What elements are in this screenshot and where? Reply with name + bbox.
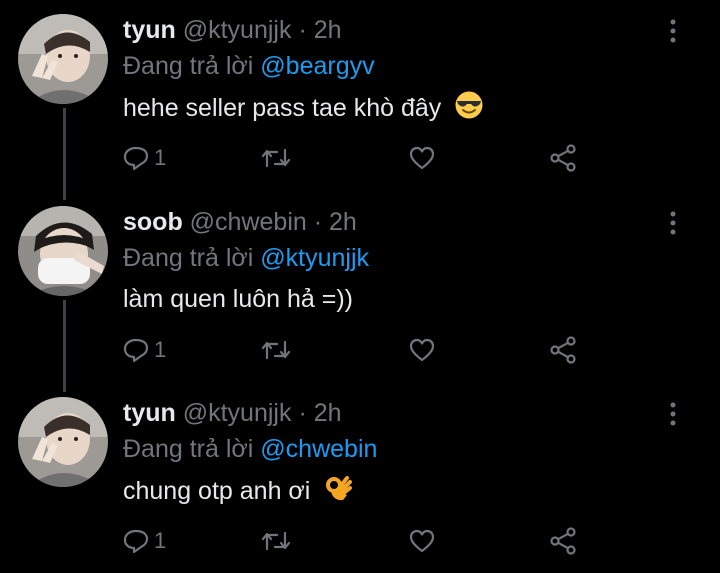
action-bar: 1 — [122, 332, 592, 368]
share-button[interactable] — [548, 332, 578, 368]
heart-icon — [409, 529, 435, 553]
tweet-header: tyun @ktyunjjk · 2h — [123, 14, 342, 46]
tweet[interactable]: tyun @ktyunjjk · 2h Đang trả lời @chwebi… — [0, 383, 720, 573]
user-handle[interactable]: @ktyunjjk — [183, 16, 292, 44]
heart-icon — [409, 146, 435, 170]
user-handle[interactable]: @chwebin — [190, 208, 307, 236]
replying-to-label: Đang trả lời — [123, 52, 254, 80]
replying-to-label: Đang trả lời — [123, 435, 254, 463]
tweet[interactable]: tyun @ktyunjjk · 2h Đang trả lời @beargy… — [0, 0, 720, 190]
retweet-icon — [261, 148, 291, 168]
smiling-face-with-sunglasses-icon — [454, 90, 484, 129]
like-button[interactable] — [408, 140, 436, 176]
reply-icon — [123, 529, 149, 554]
more-options-icon[interactable] — [664, 18, 682, 44]
action-bar: 1 — [122, 140, 592, 176]
display-name[interactable]: soob — [123, 208, 183, 236]
retweet-icon — [261, 340, 291, 360]
retweet-icon — [261, 531, 291, 551]
timestamp[interactable]: 2h — [329, 208, 357, 236]
tweet-text-content: làm quen luôn hả =)) — [123, 285, 354, 313]
replying-to: Đang trả lời @beargyv — [123, 50, 375, 82]
reply-button[interactable]: 1 — [122, 523, 166, 559]
tweet-text-content: hehe seller pass tae khò đây — [123, 94, 442, 123]
tweet-text: hehe seller pass tae khò đây — [123, 90, 484, 129]
more-options-icon[interactable] — [664, 210, 682, 236]
like-button[interactable] — [408, 332, 436, 368]
tweet-text: làm quen luôn hả =)) — [123, 282, 353, 316]
share-button[interactable] — [548, 523, 578, 559]
reply-count: 1 — [154, 337, 167, 362]
reply-button[interactable]: 1 — [122, 140, 166, 176]
tweet-header: tyun @ktyunjjk · 2h — [123, 397, 342, 429]
reply-count: 1 — [154, 145, 167, 170]
separator-dot: · — [298, 399, 307, 427]
replying-to: Đang trả lời @ktyunjjk — [123, 242, 369, 274]
timestamp[interactable]: 2h — [314, 399, 342, 427]
separator-dot: · — [313, 208, 323, 236]
user-handle[interactable]: @ktyunjjk — [183, 399, 292, 427]
mention-link[interactable]: @beargyv — [260, 52, 374, 80]
retweet-button[interactable] — [260, 332, 292, 368]
mention-link[interactable]: @chwebin — [260, 435, 377, 463]
timestamp[interactable]: 2h — [314, 16, 342, 44]
reply-count: 1 — [154, 528, 167, 553]
retweet-button[interactable] — [260, 140, 292, 176]
avatar[interactable] — [18, 14, 108, 104]
share-icon — [550, 336, 576, 364]
tweet-header: soob @chwebin · 2h — [123, 206, 357, 238]
tweet-text: chung otp anh ơi — [123, 473, 353, 512]
tweet[interactable]: soob @chwebin · 2h Đang trả lời @ktyunjj… — [0, 192, 720, 382]
share-icon — [550, 144, 576, 172]
mention-link[interactable]: @ktyunjjk — [260, 244, 369, 272]
heart-icon — [409, 338, 435, 362]
more-options-icon[interactable] — [664, 401, 682, 427]
ok-hand-icon — [323, 473, 353, 512]
display-name[interactable]: tyun — [123, 399, 176, 427]
like-button[interactable] — [408, 523, 436, 559]
reply-button[interactable]: 1 — [122, 332, 166, 368]
reply-icon — [123, 338, 149, 363]
reply-icon — [123, 146, 149, 171]
replying-to-label: Đang trả lời — [123, 244, 254, 272]
avatar[interactable] — [18, 397, 108, 487]
display-name[interactable]: tyun — [123, 16, 176, 44]
action-bar: 1 — [122, 523, 592, 559]
separator-dot: · — [298, 16, 307, 44]
replying-to: Đang trả lời @chwebin — [123, 433, 377, 465]
tweet-text-content: chung otp anh ơi — [123, 477, 311, 506]
share-icon — [550, 527, 576, 555]
avatar[interactable] — [18, 206, 108, 296]
retweet-button[interactable] — [260, 523, 292, 559]
share-button[interactable] — [548, 140, 578, 176]
